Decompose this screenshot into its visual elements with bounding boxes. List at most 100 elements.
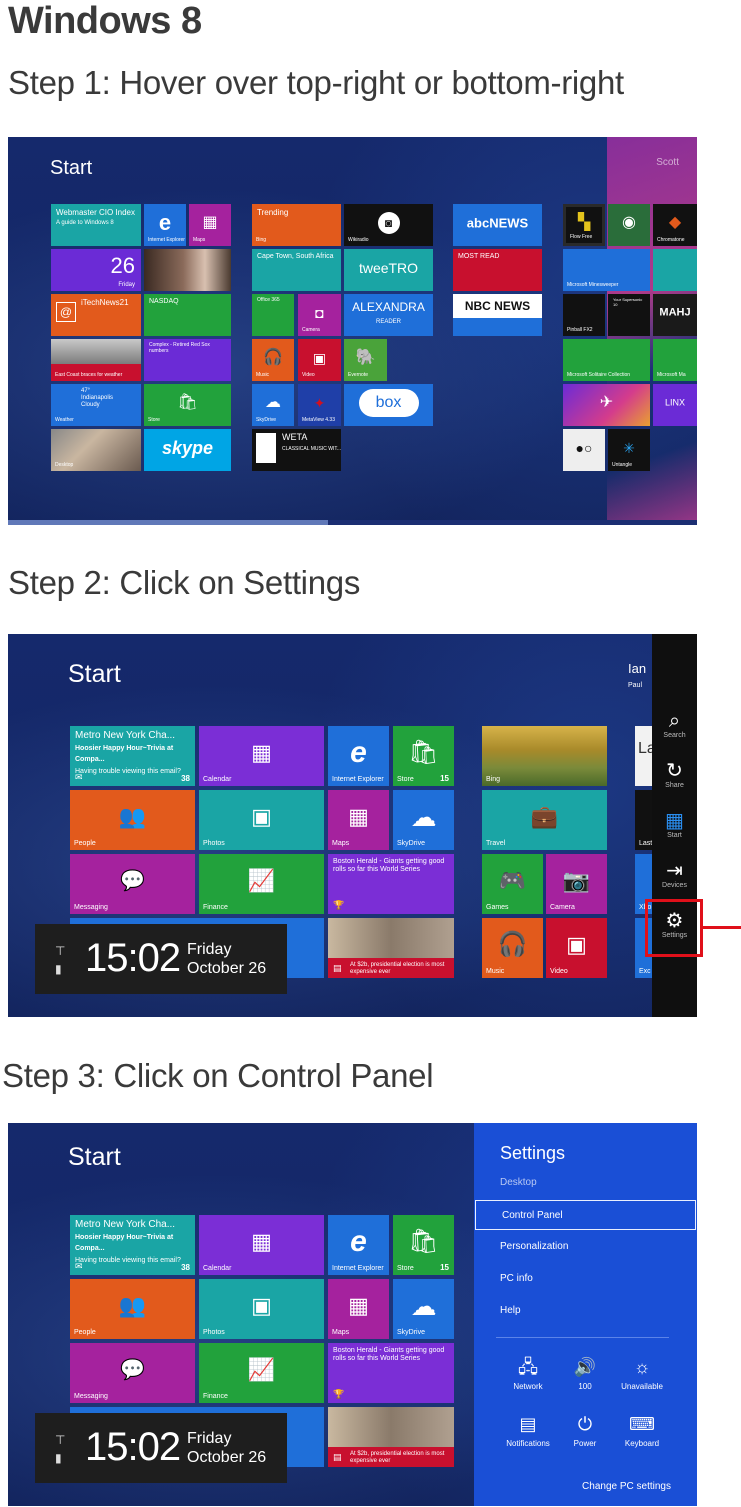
tile-camera[interactable]: 📷 Camera (546, 854, 607, 914)
settings-personalization[interactable]: Personalization (474, 1232, 697, 1262)
settings-help[interactable]: Help (474, 1296, 697, 1326)
settings-pc-info[interactable]: PC info (474, 1264, 697, 1294)
change-pc-settings-link[interactable]: Change PC settings (582, 1481, 671, 1492)
quick-brightness[interactable]: ☼ Unavailable (607, 1356, 677, 1391)
tile-person-photo[interactable] (144, 249, 231, 291)
mail-sub1: Hoosier Happy Hour~Trivia at Compa... (75, 1233, 174, 1253)
charm-devices[interactable]: ⇥ Devices (652, 860, 697, 889)
tile-calendar-date[interactable]: 26 Friday (51, 249, 141, 291)
settings-title: Settings (500, 1143, 566, 1163)
tile-solitaire[interactable]: Microsoft Solitaire Collection (563, 339, 650, 381)
tile-election[interactable]: At $2b, presidential election is most ex… (328, 918, 454, 978)
tile-skydrive[interactable]: ☁ SkyDrive (393, 1279, 454, 1339)
tile-untangle[interactable]: ✳ Untangle (608, 429, 650, 471)
tile-minesweeper[interactable]: Microsoft Minesweeper (563, 249, 650, 291)
tile-evernote[interactable]: 🐘 Evernote (344, 339, 387, 381)
screenshot-settings-panel: Start Metro New York Cha... Hoosier Happy… (8, 1123, 697, 1506)
charm-search[interactable]: ⌕ Search (652, 710, 697, 739)
tile-mail[interactable]: Metro New York Cha... Hoosier Happy Hour~… (70, 1215, 195, 1275)
tile-messaging-label: Messaging (74, 904, 108, 911)
tile-internet-explorer[interactable]: e Internet Explorer (328, 1215, 389, 1275)
chart-icon: 📈 (247, 868, 276, 893)
scrollbar[interactable] (8, 520, 697, 525)
charm-share[interactable]: ↻ Share (652, 760, 697, 789)
tile-nbc-news[interactable]: NBC NEWS (453, 294, 542, 336)
tile-weta[interactable]: WETA CLASSICAL MUSIC WIT... (252, 429, 341, 471)
tile-people[interactable]: 👥 People (70, 1279, 195, 1339)
tile-game-blue[interactable] (653, 249, 697, 291)
tile-travel[interactable]: 💼 Travel (482, 790, 607, 850)
tile-maps[interactable]: ▦ Maps (328, 1279, 389, 1339)
tile-cape-town[interactable]: Cape Town, South Africa (252, 249, 341, 291)
tile-photos[interactable]: ▣ Photos (199, 1279, 324, 1339)
tile-most-read[interactable]: MOST READ (453, 249, 542, 291)
tile-games[interactable]: 🎮 Games (482, 854, 543, 914)
charm-start[interactable]: ▦ Start (652, 810, 697, 839)
tile-alexandra[interactable]: ALEXANDRA READER (344, 294, 433, 336)
tile-internet-explorer[interactable]: e Internet Explorer (328, 726, 389, 786)
tile-desktop[interactable]: Desktop (51, 429, 141, 471)
tile-mail[interactable]: Metro New York Cha... Hoosier Happy Hour~… (70, 726, 195, 786)
tile-untangle-label: Untangle (612, 462, 633, 468)
tile-calendar[interactable]: ▦ Calendar (199, 726, 324, 786)
tile-linx[interactable]: LINX (653, 384, 697, 426)
scrollbar-thumb[interactable] (8, 520, 328, 525)
tile-weather[interactable]: 47° Indianapolis Cloudy Weather (51, 384, 141, 426)
tile-supersonic[interactable]: Your Supersonic 10 (608, 294, 650, 336)
tile-people[interactable]: 👥 People (70, 790, 195, 850)
tile-maps[interactable]: ▦ Maps (189, 204, 231, 246)
tile-messaging[interactable]: 💬 Messaging (70, 854, 195, 914)
tile-skype[interactable]: skype (144, 429, 231, 471)
tile-mahjong[interactable]: MAHJ (653, 294, 697, 336)
tile-video[interactable]: ▣ Video (298, 339, 341, 381)
tile-pinball-green[interactable]: ◉ (608, 204, 650, 246)
tile-news[interactable]: Boston Herald - Giants getting good roll… (328, 854, 454, 914)
tile-news[interactable]: Boston Herald - Giants getting good roll… (328, 1343, 454, 1403)
tile-itechnews[interactable]: @ iTechNews21 (51, 294, 141, 336)
tile-wikiradio[interactable]: ◙ Wikiradio (344, 204, 433, 246)
tile-box[interactable]: box (344, 384, 433, 426)
tile-circles[interactable]: ●○ (563, 429, 605, 471)
tile-election[interactable]: At $2b, presidential election is most ex… (328, 1407, 454, 1467)
tile-pinball[interactable]: Pinball FX2 (563, 294, 605, 336)
tile-abc-news[interactable]: abcNEWS (453, 204, 542, 246)
quick-keyboard[interactable]: ⌨ Keyboard (607, 1413, 677, 1448)
tile-complex[interactable]: Complex - Retired Red Sox numbers (144, 339, 231, 381)
tile-store[interactable]: 🛍 Store 15 (393, 1215, 454, 1275)
tile-maps[interactable]: ▦ Maps (328, 790, 389, 850)
tile-video[interactable]: ▣ Video (546, 918, 607, 978)
ie-icon: e (350, 736, 367, 769)
tile-east-coast-news[interactable]: East Coast braces for weather (51, 339, 141, 381)
tile-music[interactable]: 🎧 Music (252, 339, 294, 381)
settings-control-panel[interactable]: Control Panel (475, 1200, 696, 1230)
tile-microsoft-mahjong[interactable]: Microsoft Ma (653, 339, 697, 381)
tile-metaview[interactable]: ✦ MetaView 4.33 (298, 384, 341, 426)
tile-complex-label: Complex - Retired Red Sox numbers (149, 342, 210, 354)
tile-store[interactable]: 🛍 Store 15 (393, 726, 454, 786)
tile-bing[interactable]: Bing (482, 726, 607, 786)
tile-skydrive[interactable]: ☁ SkyDrive (393, 790, 454, 850)
tile-music[interactable]: 🎧 Music (482, 918, 543, 978)
store-icon: 🛍 (408, 739, 439, 766)
tile-calendar[interactable]: ▦ Calendar (199, 1215, 324, 1275)
tile-internet-explorer[interactable]: e Internet Explorer (144, 204, 186, 246)
tile-messaging[interactable]: 💬 Messaging (70, 1343, 195, 1403)
tile-skydrive[interactable]: ☁ SkyDrive (252, 384, 294, 426)
tile-tweetro[interactable]: tweeTRO (344, 249, 433, 291)
tile-trending[interactable]: Trending Bing (252, 204, 341, 246)
tile-chromatone[interactable]: ◆ Chromatone (653, 204, 697, 246)
headphones-icon: 🎧 (497, 931, 528, 958)
tile-finance[interactable]: 📈 Finance (199, 1343, 324, 1403)
tile-nasdaq[interactable]: NASDAQ (144, 294, 231, 336)
clock-overlay: ⊤ ▮ 15:02 Friday October 26 (35, 924, 287, 994)
messaging-icon: 💬 (120, 870, 145, 892)
devices-icon: ⇥ (666, 860, 683, 882)
tile-flow-free[interactable]: ▚ Flow Free (563, 204, 605, 246)
tile-webmaster[interactable]: Webmaster CIO Index A guide to Windows 8 (51, 204, 141, 246)
tile-office[interactable]: Office 365 (252, 294, 294, 336)
tile-photos[interactable]: ▣ Photos (199, 790, 324, 850)
tile-jet-game[interactable]: ✈ (563, 384, 650, 426)
tile-camera[interactable]: ◘ Camera (298, 294, 341, 336)
tile-store[interactable]: 🛍 Store (144, 384, 231, 426)
tile-finance[interactable]: 📈 Finance (199, 854, 324, 914)
